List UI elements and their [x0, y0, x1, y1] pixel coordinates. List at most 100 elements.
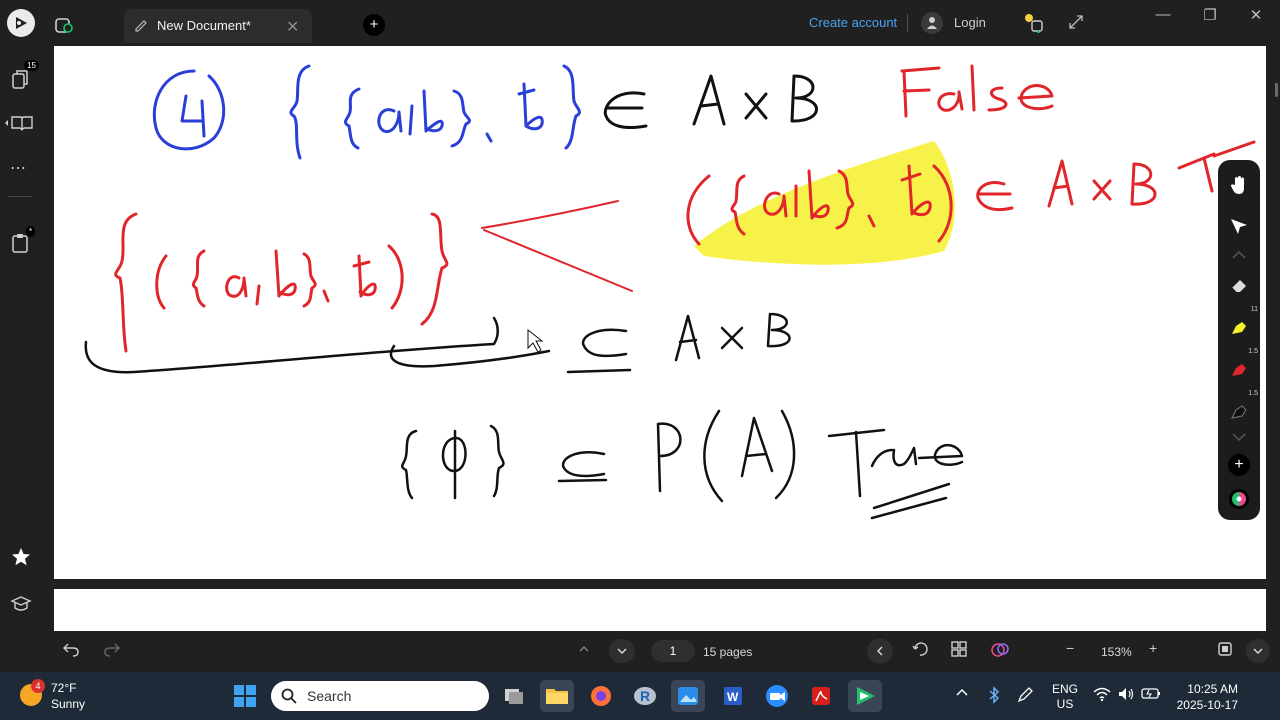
black-pen-icon[interactable]: 1.5: [1228, 390, 1258, 422]
zoom-in-button[interactable]: +: [1149, 640, 1157, 656]
more-icon[interactable]: ⋯: [10, 158, 26, 178]
false-word-strokes: [900, 64, 1054, 118]
add-tool-button[interactable]: +: [1228, 454, 1250, 476]
bottom-toolbar: 1 15 pages − 153% +: [0, 631, 1280, 672]
chevron-up-icon[interactable]: [1228, 248, 1250, 270]
page-down-button[interactable]: [609, 639, 635, 663]
rotate-icon[interactable]: [911, 640, 929, 661]
task-view-icon[interactable]: [497, 680, 531, 712]
fullscreen-icon[interactable]: [1068, 14, 1084, 35]
red-pen-icon[interactable]: 1.5: [1228, 348, 1258, 380]
current-page-field[interactable]: 1: [651, 640, 695, 662]
create-account-link[interactable]: Create account: [809, 15, 897, 30]
ai-assistant-icon[interactable]: [990, 640, 1010, 661]
tab-close-icon[interactable]: ✕: [286, 17, 299, 37]
title-bar: New Document* ✕ + Create account Login —…: [0, 0, 1280, 46]
drawing-canvas[interactable]: [54, 46, 1266, 579]
document-icon: [134, 19, 148, 38]
tab-new-document[interactable]: New Document* ✕: [124, 9, 312, 43]
zoom-app-icon[interactable]: [760, 680, 794, 712]
close-button[interactable]: ✕: [1246, 6, 1266, 26]
redo-icon[interactable]: [103, 640, 121, 661]
photos-icon[interactable]: [671, 680, 705, 712]
region-code: US: [1056, 697, 1074, 711]
handwriting-layer: [84, 64, 1256, 520]
page-count: 15 pages: [703, 645, 753, 659]
clock-time: 10:25 AM: [1187, 682, 1238, 696]
book-icon[interactable]: [3, 114, 33, 137]
pages-badge: 15: [24, 60, 39, 71]
zoom-level[interactable]: 153%: [1101, 645, 1132, 659]
svg-text:R: R: [640, 688, 650, 704]
hand-tool-icon[interactable]: [1228, 174, 1250, 196]
volume-icon[interactable]: [1117, 686, 1135, 705]
search-icon: [281, 688, 297, 704]
red-pen-size: 1.5: [1248, 348, 1258, 355]
clipboard-icon[interactable]: *: [10, 226, 36, 259]
weather-condition[interactable]: Sunny: [51, 697, 85, 711]
user-icon[interactable]: [921, 12, 943, 34]
previous-button[interactable]: [867, 639, 893, 663]
left-sidebar: 15 ⋯ *: [0, 46, 42, 671]
undo-icon[interactable]: [62, 640, 80, 661]
highlighter-size: 11: [1250, 306, 1258, 313]
divider: [8, 196, 32, 197]
scrollbar-thumb[interactable]: [1275, 83, 1278, 97]
line1-black-strokes: [603, 74, 818, 130]
more-options-button[interactable]: [1246, 639, 1270, 663]
wifi-icon[interactable]: [1093, 686, 1111, 705]
learn-icon[interactable]: [10, 594, 32, 619]
weather-temperature[interactable]: 72°F: [51, 681, 76, 695]
vertical-scrollbar[interactable]: [1274, 46, 1280, 631]
r-app-icon[interactable]: R: [628, 680, 662, 712]
windows-start-icon[interactable]: [233, 684, 257, 713]
chevron-down-icon[interactable]: [1228, 430, 1250, 452]
select-tool-icon[interactable]: [1228, 216, 1250, 238]
word-icon[interactable]: W: [716, 680, 750, 712]
mouse-cursor-icon: [527, 328, 544, 353]
language-code: ENG: [1052, 682, 1079, 696]
notes-app-icon[interactable]: [848, 680, 882, 712]
taskbar-search-input[interactable]: Search: [271, 681, 489, 711]
highlight-stroke: [694, 141, 955, 265]
system-clock[interactable]: 10:25 AM 2025-10-17: [1174, 681, 1238, 713]
chevron-up-icon[interactable]: [578, 640, 590, 661]
firefox-icon[interactable]: [584, 680, 618, 712]
app-logo-icon[interactable]: [7, 9, 35, 37]
os-taskbar: 4 72°F Sunny Search R W ENG US 10:25 AM …: [0, 672, 1280, 720]
file-explorer-icon[interactable]: [540, 680, 574, 712]
line3-black-strokes: [84, 312, 791, 374]
fit-page-icon[interactable]: [1216, 640, 1234, 661]
black-pen-size: 1.5: [1248, 390, 1258, 397]
color-picker-icon[interactable]: [1228, 488, 1250, 510]
zoom-out-button[interactable]: −: [1066, 640, 1074, 656]
home-icon[interactable]: [54, 14, 74, 39]
line1-blue-strokes: [152, 64, 581, 160]
login-button[interactable]: Login: [954, 15, 986, 30]
next-page-canvas[interactable]: [54, 589, 1266, 631]
highlighter-icon[interactable]: 11: [1228, 306, 1258, 338]
search-label: Search: [307, 688, 352, 704]
comparison-strokes: [481, 200, 633, 292]
new-tab-button[interactable]: +: [363, 14, 385, 36]
battery-icon[interactable]: [1141, 686, 1161, 703]
chevron-up-icon[interactable]: [955, 686, 969, 703]
eraser-icon[interactable]: [1228, 274, 1250, 296]
pen-toolbar: 11 1.5 1.5 +: [1218, 160, 1260, 520]
divider: [907, 14, 908, 32]
weather-badge: 4: [31, 679, 45, 693]
acrobat-icon[interactable]: [804, 680, 838, 712]
grid-view-icon[interactable]: [950, 640, 968, 661]
svg-text:W: W: [727, 690, 739, 704]
pages-icon[interactable]: 15: [10, 60, 39, 95]
line3-red-strokes: [114, 212, 449, 353]
bluetooth-icon[interactable]: [985, 686, 1003, 707]
line4-strokes: [400, 409, 964, 520]
star-icon[interactable]: [10, 546, 32, 573]
restore-button[interactable]: ❐: [1200, 6, 1220, 26]
notes-badge: *: [26, 226, 36, 237]
minimize-button[interactable]: —: [1153, 6, 1173, 26]
ideas-icon[interactable]: [1022, 11, 1046, 40]
language-indicator[interactable]: ENG US: [1052, 682, 1078, 712]
pen-icon[interactable]: [1016, 686, 1034, 707]
